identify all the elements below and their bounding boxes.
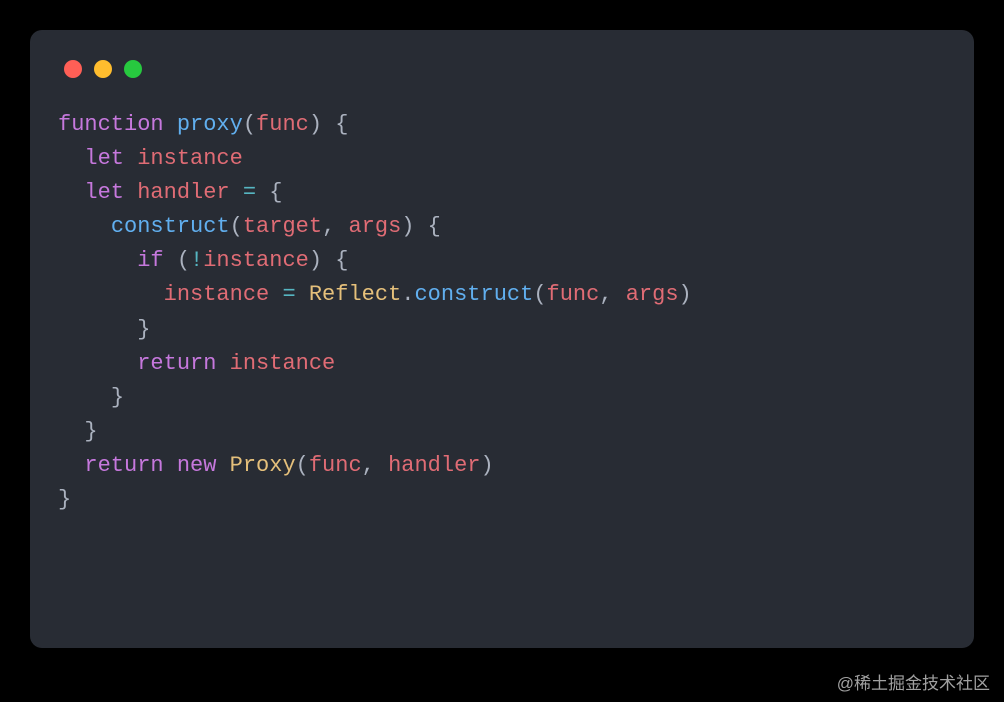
code-token: ) { [309,112,349,137]
code-token: ) [679,282,692,307]
code-token: if [137,248,163,273]
code-token [124,146,137,171]
code-token [58,146,84,171]
code-token: ! [190,248,203,273]
code-token: ( [296,453,309,478]
code-token [296,282,309,307]
code-token: instance [203,248,309,273]
code-token: let [84,180,124,205]
code-token: ( [177,248,190,273]
code-token: new [177,453,217,478]
code-token: function [58,112,164,137]
minimize-icon [94,60,112,78]
code-token: , [599,282,625,307]
code-token: instance [137,146,243,171]
code-token: instance [230,351,336,376]
code-token: return [84,453,163,478]
code-token [58,248,137,273]
code-token: ) { [401,214,441,239]
code-token [58,317,137,342]
code-token [58,214,111,239]
code-token: } [137,317,150,342]
code-token: construct [111,214,230,239]
code-token: handler [388,453,480,478]
code-token [58,351,137,376]
code-token: func [547,282,600,307]
code-token: handler [137,180,229,205]
code-token [230,180,243,205]
code-token [216,453,229,478]
code-token: proxy [177,112,243,137]
code-token [269,282,282,307]
code-card: function proxy(func) { let instance let … [30,30,974,648]
code-token: ) { [309,248,349,273]
code-block: function proxy(func) { let instance let … [58,108,946,517]
code-token: let [84,146,124,171]
code-token: Reflect [309,282,401,307]
code-token: ) [481,453,494,478]
code-token: = [282,282,295,307]
code-token: } [58,487,71,512]
code-token [58,282,164,307]
code-token: . [401,282,414,307]
code-token [58,419,84,444]
code-token: args [348,214,401,239]
code-token: instance [164,282,270,307]
code-token: construct [414,282,533,307]
code-token: args [626,282,679,307]
window-traffic-lights [64,60,946,78]
code-token [58,453,84,478]
code-token [256,180,269,205]
code-token: target [243,214,322,239]
code-token [216,351,229,376]
code-token: ( [533,282,546,307]
code-token: } [111,385,124,410]
code-token: func [309,453,362,478]
code-token [124,180,137,205]
code-token: , [362,453,388,478]
code-token: = [243,180,256,205]
watermark-text: @稀土掘金技术社区 [837,669,990,694]
code-token: ( [230,214,243,239]
code-token [58,180,84,205]
code-token [164,453,177,478]
code-token: Proxy [230,453,296,478]
code-token [164,112,177,137]
code-token: func [256,112,309,137]
code-token: return [137,351,216,376]
code-token: { [269,180,282,205]
code-token: } [84,419,97,444]
code-token: ( [243,112,256,137]
code-token: , [322,214,348,239]
maximize-icon [124,60,142,78]
close-icon [64,60,82,78]
code-token [58,385,111,410]
code-token [164,248,177,273]
